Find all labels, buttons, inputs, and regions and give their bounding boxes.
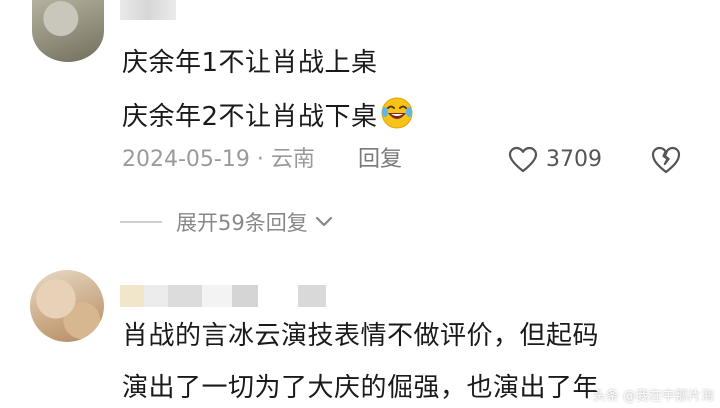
comment-text-line: 庆余年2不让肖战下桌	[122, 96, 414, 134]
watermark: 头条 @我在中那片海	[592, 389, 714, 404]
commenter-name-redacted[interactable]	[120, 285, 380, 307]
comment-text: 演出了一切为了大庆的倔强，也演出了年	[122, 373, 600, 403]
like-button[interactable]: 3709	[508, 143, 602, 177]
comment-text-line: 庆余年1不让肖战上桌	[122, 46, 378, 80]
broken-heart-icon	[651, 146, 681, 174]
divider	[120, 221, 162, 223]
like-count: 3709	[546, 147, 602, 172]
expand-replies-label: 展开59条回复	[176, 211, 308, 235]
reply-button[interactable]: 回复	[358, 143, 402, 177]
commenter-name-redacted[interactable]	[120, 0, 176, 20]
laughing-emoji-icon	[380, 96, 414, 130]
comment-text: 庆余年2不让肖战下桌	[122, 102, 378, 132]
comment-text-line: 演出了一切为了大庆的倔强，也演出了年	[122, 371, 599, 405]
commenter-avatar[interactable]	[32, 0, 104, 62]
heart-icon	[508, 146, 538, 173]
comment-text: 肖战的言冰云演技表情不做评价，但起码	[122, 321, 600, 351]
expand-replies-button[interactable]: 展开59条回复	[120, 205, 334, 239]
comment-text-line: 肖战的言冰云演技表情不做评价，但起码	[122, 319, 599, 353]
dislike-button[interactable]	[650, 145, 682, 186]
chevron-down-icon	[315, 216, 332, 227]
comment-date-location: 2024-05-19 · 云南	[122, 147, 315, 172]
comment-meta: 2024-05-19 · 云南 回复 3709	[122, 143, 681, 177]
commenter-avatar[interactable]	[30, 270, 104, 342]
comment-text: 庆余年1不让肖战上桌	[122, 48, 378, 78]
